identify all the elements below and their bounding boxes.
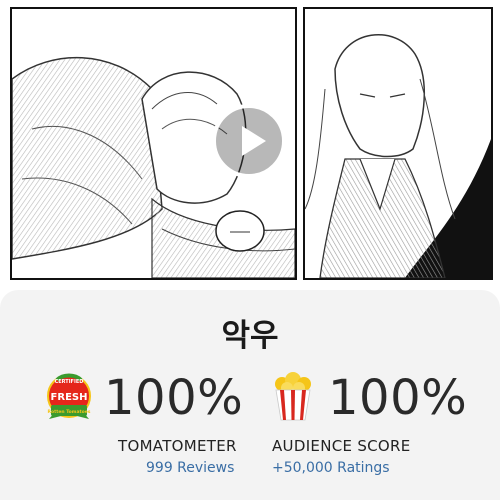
certified-fresh-icon: CERTIFIED FRESH Rotten Tomatoes — [45, 372, 93, 426]
play-button[interactable] — [212, 104, 286, 178]
tomatometer-score: 100% — [104, 370, 244, 426]
audience-score: 100% — [328, 370, 468, 426]
badge-text-sub: Rotten Tomatoes — [48, 409, 91, 415]
popcorn-icon — [272, 372, 314, 426]
manga-panel-right — [303, 7, 493, 280]
video-thumbnail[interactable] — [0, 0, 500, 290]
play-icon — [242, 126, 266, 156]
tomatometer-label: TOMATOMETER — [118, 437, 237, 455]
standing-character-illustration — [305, 9, 491, 278]
badge-text-top: CERTIFIED — [55, 379, 84, 385]
reviews-link[interactable]: 999 Reviews — [146, 460, 234, 476]
audience-score-label: AUDIENCE SCORE — [272, 437, 411, 455]
badge-text-main: FRESH — [51, 392, 88, 403]
score-card: 악우 CERTIFIED FRESH Rotten Tomatoes 100% … — [0, 290, 500, 500]
ratings-link[interactable]: +50,000 Ratings — [272, 460, 390, 476]
page-title: 악우 — [221, 318, 279, 354]
